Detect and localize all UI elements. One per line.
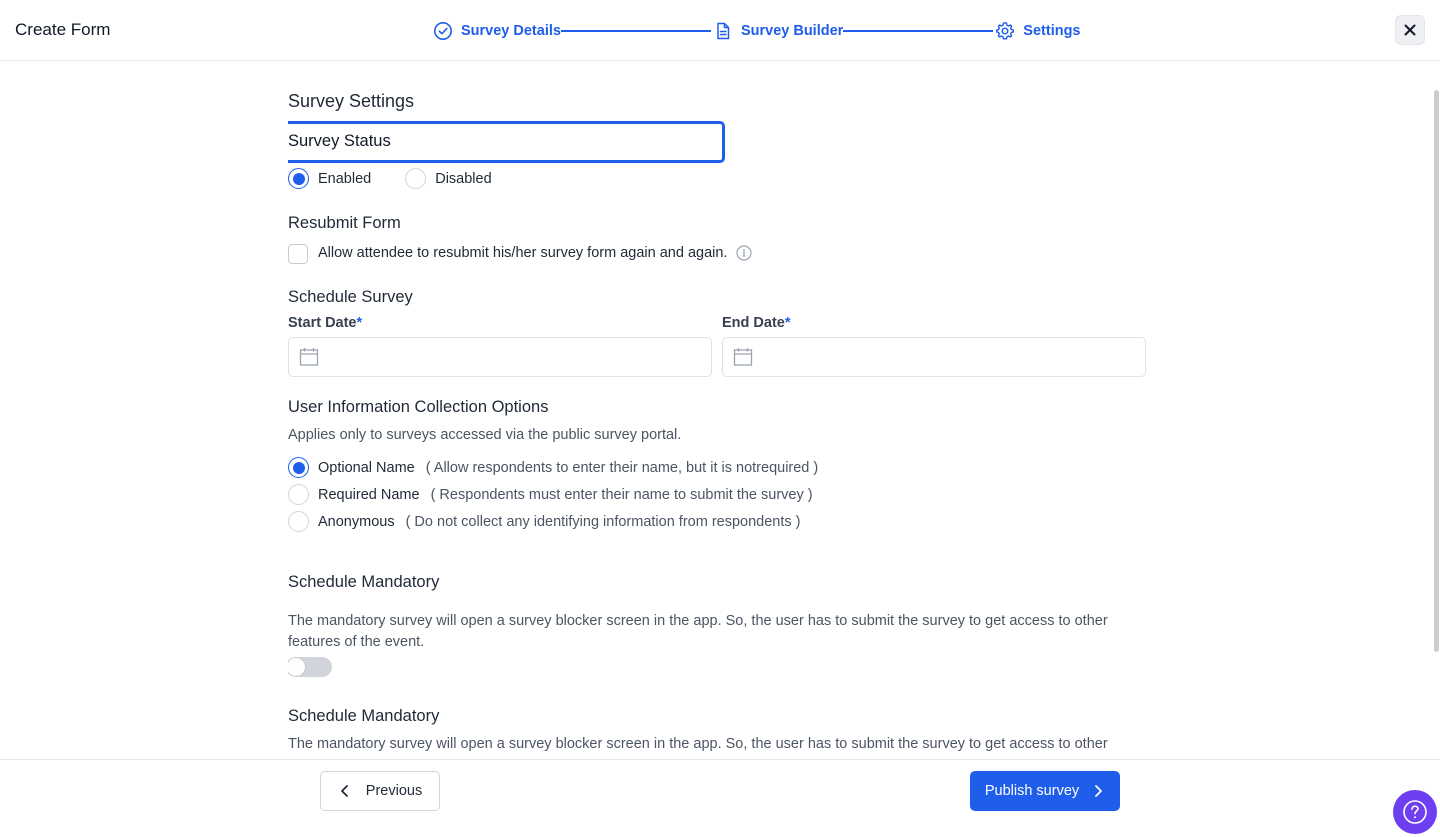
- start-date-label: Start Date*: [288, 315, 362, 331]
- section-title-resubmit: Resubmit Form: [288, 214, 401, 232]
- step-label: Settings: [1023, 23, 1081, 39]
- radio-required-name-desc: ( Respondents must enter their name to s…: [430, 486, 813, 503]
- help-icon: [1403, 800, 1427, 824]
- section-title-schedule: Schedule Survey: [288, 288, 413, 306]
- close-icon: [1404, 24, 1416, 36]
- radio-optional-name-label: Optional Name: [318, 459, 415, 476]
- info-icon[interactable]: [736, 245, 753, 261]
- step-connector: [843, 30, 994, 32]
- user-info-option-optional: Optional Name ( Allow respondents to ent…: [288, 457, 818, 478]
- radio-optional-name-desc: ( Allow respondents to enter their name,…: [425, 459, 819, 476]
- scrollbar[interactable]: [1434, 90, 1439, 652]
- settings-form: Survey Settings Survey Status Enabled Di…: [288, 61, 1148, 759]
- publish-button-label: Publish survey: [984, 783, 1080, 799]
- chevron-right-icon: [1095, 785, 1103, 797]
- footer: Previous Publish survey: [0, 759, 1440, 837]
- start-date-label-text: Start Date: [288, 315, 357, 331]
- resubmit-checkbox-label: Allow attendee to resubmit his/her surve…: [318, 245, 728, 261]
- publish-survey-button[interactable]: Publish survey: [970, 771, 1120, 811]
- radio-anonymous-desc: ( Do not collect any identifying informa…: [405, 513, 801, 530]
- user-info-subtitle: Applies only to surveys accessed via the…: [288, 427, 682, 443]
- check-circle-icon: [434, 22, 452, 40]
- page-title: Create Form: [15, 20, 111, 39]
- status-options: Enabled Disabled: [288, 168, 492, 189]
- resubmit-row: Allow attendee to resubmit his/her surve…: [318, 245, 753, 261]
- radio-anonymous-label: Anonymous: [318, 513, 395, 530]
- resubmit-checkbox[interactable]: [288, 244, 308, 264]
- step-survey-builder[interactable]: Survey Builder: [713, 21, 843, 41]
- section-title-mandatory: Schedule Mandatory: [288, 573, 440, 591]
- user-info-option-anonymous: Anonymous ( Do not collect any identifyi…: [288, 511, 801, 532]
- calendar-icon: [299, 348, 319, 366]
- stepper: Survey Details Survey Builder Settings: [433, 20, 1081, 42]
- survey-status-field[interactable]: Survey Status: [288, 121, 725, 163]
- radio-disabled[interactable]: [405, 168, 427, 189]
- radio-anonymous[interactable]: [288, 511, 309, 532]
- mandatory-desc: The mandatory survey will open a survey …: [288, 613, 1108, 650]
- required-mark: *: [784, 315, 791, 331]
- start-date-input[interactable]: [288, 337, 712, 377]
- calendar-icon: [733, 348, 753, 366]
- radio-required-name[interactable]: [288, 484, 309, 505]
- document-icon: [717, 22, 730, 40]
- step-settings[interactable]: Settings: [995, 21, 1081, 41]
- section-title-user-info: User Information Collection Options: [288, 398, 549, 416]
- step-label: Survey Details: [461, 23, 561, 39]
- required-mark: *: [356, 315, 363, 331]
- step-label: Survey Builder: [740, 23, 844, 39]
- end-date-input[interactable]: [722, 337, 1146, 377]
- mandatory-desc-2: The mandatory survey will open a survey …: [288, 736, 1108, 752]
- radio-disabled-label: Disabled: [435, 170, 492, 187]
- chevron-left-icon: [340, 785, 348, 797]
- end-date-label: End Date*: [722, 315, 791, 331]
- radio-required-name-label: Required Name: [318, 486, 420, 503]
- step-connector: [560, 30, 711, 32]
- radio-enabled[interactable]: [288, 168, 309, 189]
- previous-button[interactable]: Previous: [320, 771, 440, 811]
- header: Create Form Survey Details Survey Builde…: [0, 0, 1440, 61]
- close-button[interactable]: [1395, 15, 1425, 45]
- radio-enabled-label: Enabled: [318, 170, 372, 187]
- mandatory-toggle[interactable]: [288, 657, 332, 677]
- user-info-option-required: Required Name ( Respondents must enter t…: [288, 484, 813, 505]
- gear-icon: [996, 22, 1015, 40]
- end-date-label-text: End Date: [722, 315, 785, 331]
- help-button[interactable]: [1393, 790, 1437, 834]
- section-title-mandatory-2: Schedule Mandatory: [288, 707, 440, 725]
- radio-optional-name[interactable]: [288, 457, 309, 478]
- section-title-survey-settings: Survey Settings: [288, 91, 415, 111]
- previous-button-label: Previous: [365, 783, 423, 799]
- step-survey-details[interactable]: Survey Details: [433, 21, 561, 41]
- survey-status-label: Survey Status: [288, 132, 391, 150]
